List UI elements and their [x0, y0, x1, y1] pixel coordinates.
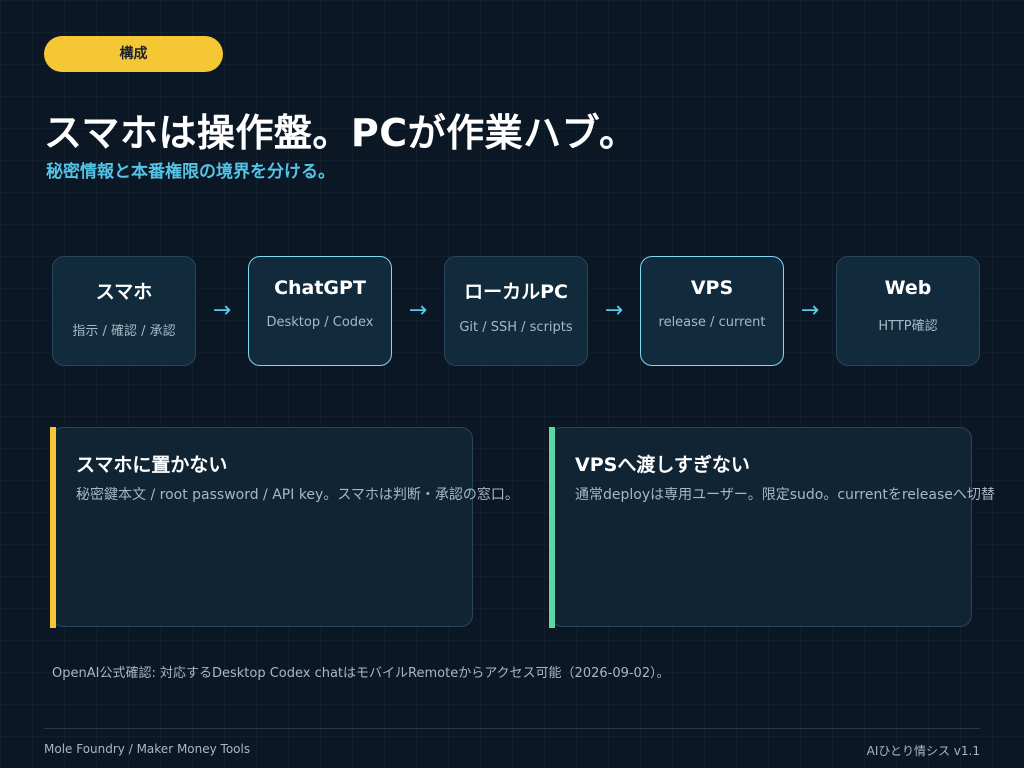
flow-node-subtitle: release / current: [658, 315, 766, 330]
card-smartphone-restrictions: スマホに置かない 秘密鍵本文 / root password / API key…: [50, 427, 519, 628]
flow-node-vps: VPS release / current: [640, 256, 784, 366]
card-text: 秘密鍵本文 / root password / API key。スマホは判断・承…: [76, 487, 519, 503]
section-tag: 構成: [44, 36, 223, 72]
footer-divider: [44, 728, 980, 729]
flow-node-chatgpt: ChatGPT Desktop / Codex: [248, 256, 392, 366]
flow-node-subtitle: Git / SSH / scripts: [459, 320, 573, 335]
footnote: OpenAI公式確認: 対応するDesktop Codex chatはモバイルR…: [52, 666, 670, 681]
page-title: スマホは操作盤。PCが作業ハブ。: [44, 111, 638, 155]
flow-node-title: Web: [884, 277, 932, 299]
flow-node-subtitle: HTTP確認: [878, 319, 938, 334]
flow-node-smartphone: スマホ 指示 / 確認 / 承認: [52, 256, 196, 366]
footer-version: AIひとり情シス v1.1: [866, 744, 980, 758]
right-arrow-icon: →: [212, 298, 232, 323]
card-accent-bar: [549, 427, 555, 628]
card-title: スマホに置かない: [76, 454, 228, 476]
page-subtitle: 秘密情報と本番権限の境界を分ける。: [46, 162, 335, 182]
flow-node-title: ChatGPT: [274, 277, 366, 299]
card-title: VPSへ渡しすぎない: [575, 454, 750, 476]
footer-credit: Mole Foundry / Maker Money Tools: [44, 742, 251, 756]
flow-node-local-pc: ローカルPC Git / SSH / scripts: [444, 256, 588, 366]
flow-node-subtitle: 指示 / 確認 / 承認: [72, 324, 176, 339]
card-vps-restrictions: VPSへ渡しすぎない 通常deployは専用ユーザー。限定sudo。curren…: [549, 427, 995, 628]
card-text: 通常deployは専用ユーザー。限定sudo。currentをreleaseへ切…: [575, 487, 995, 503]
flow-node-title: スマホ: [95, 281, 153, 303]
right-arrow-icon: →: [800, 298, 820, 323]
card-accent-bar: [50, 427, 56, 628]
right-arrow-icon: →: [604, 298, 624, 323]
flow-node-subtitle: Desktop / Codex: [266, 315, 374, 330]
right-arrow-icon: →: [408, 298, 428, 323]
flow-node-web: Web HTTP確認: [836, 256, 980, 366]
flow-node-title: VPS: [690, 277, 734, 299]
flow-node-title: ローカルPC: [464, 281, 568, 303]
